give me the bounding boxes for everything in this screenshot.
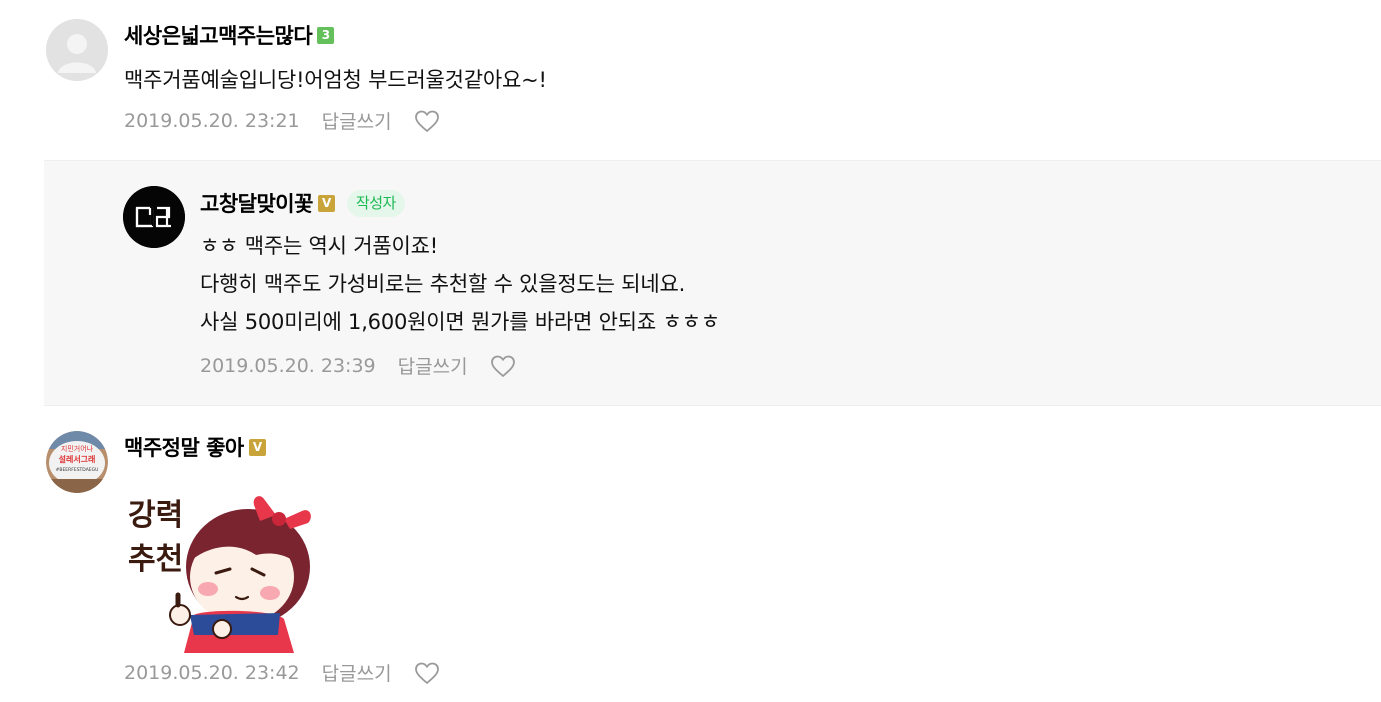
comment-text-line: 맥주거품예술입니당!어엄청 부드러울것같아요~! xyxy=(124,68,547,92)
nickname-text[interactable]: 세상은넓고맥주는많다 xyxy=(124,20,313,50)
avatar-text: 지민거어나 xyxy=(61,444,94,453)
nickname-text[interactable]: 고창달맞이꽃 xyxy=(200,188,313,218)
default-profile-icon xyxy=(46,19,108,81)
comment-text-line: 사실 500미리에 1,600원이면 뭔가를 바라면 안되죠 ㅎㅎㅎ xyxy=(200,310,720,334)
level-badge: V xyxy=(248,438,266,456)
sticker-text: 추천 xyxy=(128,542,183,577)
comment-nickname[interactable]: 고창달맞이꽃 V 작성자 xyxy=(200,188,405,218)
avatar-text: #BEERFESTDAEGU xyxy=(56,467,99,473)
comment-meta: 2019.05.20. 23:39 답글쓰기 xyxy=(200,352,516,379)
comment-text-line: 다행히 맥주도 가성비로는 추천할 수 있을정도는 되네요. xyxy=(200,272,686,296)
comment-text: 맥주거품예술입니당!어엄청 부드러울것같아요~! xyxy=(124,61,547,99)
comment-date: 2019.05.20. 23:39 xyxy=(200,354,376,377)
reply-button[interactable]: 답글쓰기 xyxy=(322,659,392,686)
comment-nickname[interactable]: 맥주정말 좋아 V xyxy=(124,432,266,462)
level-badge: V xyxy=(317,194,335,212)
comment-text: ㅎㅎ 맥주는 역시 거품이죠! 다행히 맥주도 가성비로는 추천할 수 있을정도… xyxy=(200,227,720,341)
comment-meta: 2019.05.20. 23:21 답글쓰기 xyxy=(124,107,440,134)
avatar[interactable]: 지민거어나 설레서그래 #BEERFESTDAEGU xyxy=(46,431,108,493)
comment-nickname[interactable]: 세상은넓고맥주는많다 3 xyxy=(124,20,335,50)
comment-date: 2019.05.20. 23:21 xyxy=(124,109,300,132)
reply-button[interactable]: 답글쓰기 xyxy=(322,107,392,134)
reply-comment-item: 고창달맞이꽃 V 작성자 ㅎㅎ 맥주는 역시 거품이죠! 다행히 맥주도 가성비… xyxy=(44,160,1381,406)
level-badge: 3 xyxy=(317,26,335,44)
heart-outline-icon[interactable] xyxy=(414,661,440,685)
heart-outline-icon[interactable] xyxy=(414,109,440,133)
author-logo-icon xyxy=(123,186,185,248)
comment-date: 2019.05.20. 23:42 xyxy=(124,661,300,684)
profile-photo-image: 지민거어나 설레서그래 #BEERFESTDAEGU xyxy=(46,431,108,493)
comment-text-line: ㅎㅎ 맥주는 역시 거품이죠! xyxy=(200,234,438,258)
comment-item: 세상은넓고맥주는많다 3 맥주거품예술입니당!어엄청 부드러울것같아요~! 20… xyxy=(0,0,1381,160)
nickname-text[interactable]: 맥주정말 좋아 xyxy=(124,432,244,462)
avatar[interactable] xyxy=(46,19,108,81)
author-badge: 작성자 xyxy=(346,189,405,217)
reply-button[interactable]: 답글쓰기 xyxy=(398,352,468,379)
sticker-text: 강력 xyxy=(128,498,183,533)
heart-outline-icon[interactable] xyxy=(490,354,516,378)
avatar[interactable] xyxy=(123,186,185,248)
sticker-image: 강력 추천 xyxy=(128,496,311,653)
comment-meta: 2019.05.20. 23:42 답글쓰기 xyxy=(124,659,440,686)
comment-item: 지민거어나 설레서그래 #BEERFESTDAEGU 맥주정말 좋아 V 강력 … xyxy=(0,407,1381,702)
avatar-text: 설레서그래 xyxy=(59,454,96,464)
